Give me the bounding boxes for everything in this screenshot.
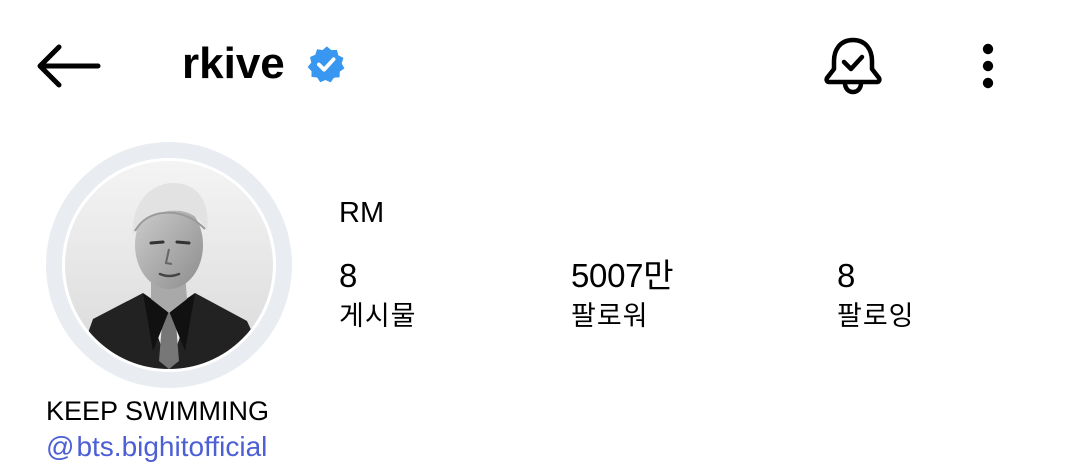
avatar[interactable] [46, 142, 292, 388]
posts-stat[interactable]: 8 게시물 [339, 256, 417, 334]
more-options-button[interactable] [966, 36, 1010, 96]
notifications-button[interactable] [816, 30, 890, 100]
avatar-border [62, 158, 276, 372]
bio-text: KEEP SWIMMING [46, 396, 270, 426]
vertical-dots-icon [982, 43, 994, 89]
display-name: RM [339, 197, 385, 229]
followers-count: 5007만 [571, 257, 674, 294]
back-button[interactable] [30, 36, 106, 96]
profile-header-title: rkive [182, 34, 345, 94]
profile-photo [65, 161, 273, 369]
username: rkive [182, 39, 285, 88]
following-stat[interactable]: 8 팔로잉 [837, 256, 915, 334]
threads-link-text: bts.bighitofficial [76, 431, 268, 462]
followers-stat[interactable]: 5007만 팔로워 [571, 256, 674, 334]
profile-screen: rkive RM 8 게시물 5007만 팔로워 8 팔로잉 KEEP SWIM… [0, 0, 1080, 468]
posts-label: 게시물 [339, 301, 417, 332]
arrow-left-icon [37, 44, 101, 88]
threads-icon: @ [46, 431, 75, 462]
threads-link[interactable]: @ bts.bighitofficial [46, 430, 267, 464]
following-count: 8 [837, 257, 856, 294]
following-label: 팔로잉 [837, 301, 915, 332]
posts-count: 8 [339, 257, 358, 294]
followers-label: 팔로워 [571, 301, 649, 332]
verified-badge-icon [307, 46, 345, 83]
bell-check-icon [824, 37, 882, 95]
